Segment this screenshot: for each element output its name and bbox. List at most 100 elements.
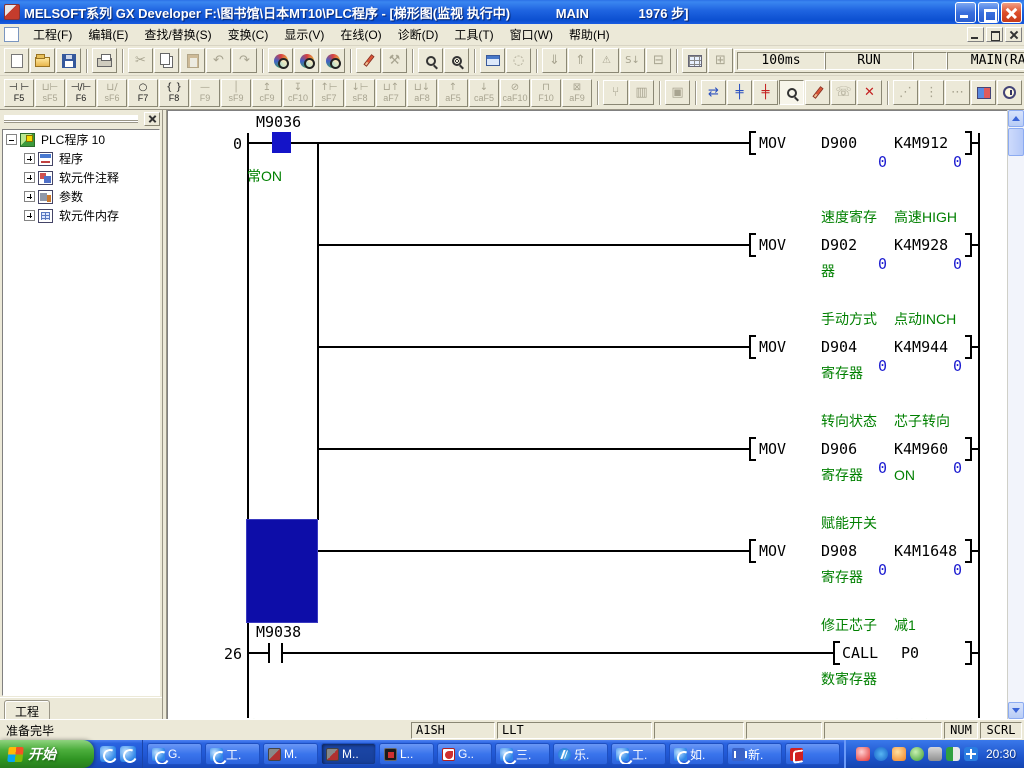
mdi-restore-button[interactable] [986, 27, 1003, 42]
tree-item-row[interactable]: 软元件注释 [3, 168, 159, 187]
restore-button[interactable] [978, 2, 999, 23]
tray-icon[interactable] [874, 747, 888, 761]
task-button[interactable]: G. [147, 743, 202, 765]
step-run-button[interactable]: ⋯ [945, 80, 970, 105]
read-mode-button[interactable] [779, 80, 804, 105]
scroll-down-button[interactable] [1008, 702, 1024, 719]
mdi-document-icon[interactable] [4, 27, 19, 42]
ladder-symbol-button[interactable]: ⊔/ sF6 [97, 79, 127, 107]
mov-instruction-row[interactable]: MOV D902 K4M928 0 0 手动方式 寄存器 [168, 233, 1007, 333]
task-button[interactable]: M. [263, 743, 318, 765]
copy-button[interactable] [154, 48, 179, 73]
ie-quicklaunch-icon[interactable] [100, 746, 116, 762]
task-button[interactable]: 工. [205, 743, 260, 765]
expand-expander-icon[interactable] [24, 153, 35, 164]
menu-item[interactable]: 帮助(H) [561, 23, 618, 46]
menu-item[interactable]: 在线(O) [332, 23, 389, 46]
error-jump-button[interactable]: ⚠ [594, 48, 619, 73]
tray-icon[interactable] [928, 747, 942, 761]
ladder-symbol-button[interactable]: ⊣/⊢ F6 [66, 79, 96, 107]
device-skip-button[interactable]: ⋰ [893, 80, 918, 105]
ladder-symbol-button[interactable]: ↓ caF5 [469, 79, 499, 107]
zoom-in-button[interactable] [444, 48, 469, 73]
vertical-scrollbar[interactable] [1007, 110, 1024, 719]
project-root-label[interactable]: PLC程序 10 [39, 130, 107, 149]
menu-item[interactable]: 工程(F) [25, 23, 80, 46]
read-from-plc-button[interactable]: ⇑ [568, 48, 593, 73]
task-button[interactable]: 三. [495, 743, 550, 765]
menu-item[interactable]: 诊断(D) [390, 23, 447, 46]
tray-icon[interactable] [946, 747, 960, 761]
menu-item[interactable]: 编辑(E) [80, 23, 136, 46]
block-convert-button[interactable]: ▥ [629, 80, 654, 105]
ladder-logic-test-button[interactable]: ⇄ [701, 80, 726, 105]
program-check-button[interactable]: ▣ [665, 80, 690, 105]
cut-button[interactable]: ✂ [128, 48, 153, 73]
insert-row-button[interactable]: ⊞ [708, 48, 733, 73]
ladder-symbol-button[interactable]: ↑ aF5 [438, 79, 468, 107]
ladder-symbol-button[interactable]: │ sF9 [221, 79, 251, 107]
close-button[interactable] [1001, 2, 1022, 23]
device-memory-button[interactable]: ⑂ [603, 80, 628, 105]
task-button[interactable] [785, 743, 840, 765]
ladder-symbol-button[interactable]: — F9 [190, 79, 220, 107]
save-project-button[interactable] [56, 48, 81, 73]
panel-grip[interactable] [4, 115, 138, 123]
device-test-button[interactable]: ⚒ [382, 48, 407, 73]
ladder-symbol-button[interactable]: ↥ cF9 [252, 79, 282, 107]
remote-operation-button[interactable]: ☏ [831, 80, 856, 105]
edit-cursor-block[interactable] [246, 519, 318, 623]
ladder-symbol-button[interactable]: ↓⊢ sF8 [345, 79, 375, 107]
print-button[interactable] [92, 48, 117, 73]
undo-button[interactable]: ↶ [206, 48, 231, 73]
start-button[interactable]: 开始 [0, 740, 94, 768]
monitor-stop-button[interactable]: ✕ [857, 80, 882, 105]
ladder-edit-button[interactable] [356, 48, 381, 73]
find-device-button[interactable] [268, 48, 293, 73]
tree-item-row[interactable]: 参数 [3, 187, 159, 206]
tree-item-label[interactable]: 软元件注释 [57, 168, 121, 187]
scroll-up-button[interactable] [1008, 110, 1024, 127]
expand-expander-icon[interactable] [24, 210, 35, 221]
tree-item-label[interactable]: 程序 [57, 149, 85, 168]
grid-display-button[interactable] [682, 48, 707, 73]
write-mode-button[interactable] [805, 80, 830, 105]
ladder-symbol-button[interactable]: ⊠ aF9 [562, 79, 592, 107]
ladder-symbol-button[interactable]: ○ F7 [128, 79, 158, 107]
panel-close-icon[interactable] [144, 112, 160, 126]
mdi-minimize-button[interactable] [967, 27, 984, 42]
write-to-plc-button[interactable]: ⇓ [542, 48, 567, 73]
tree-item-label[interactable]: 参数 [57, 187, 85, 206]
statement-edit-button[interactable]: ╪ [753, 80, 778, 105]
menu-item[interactable]: 查找/替换(S) [136, 23, 219, 46]
menu-item[interactable]: 窗口(W) [502, 23, 561, 46]
sort-button[interactable]: S↓ [620, 48, 645, 73]
task-button[interactable]: M.. [321, 743, 376, 765]
mov-instruction-row[interactable]: MOV D900 K4M912 0 0 速度寄存 器 [168, 131, 1007, 231]
collapse-expander-icon[interactable] [6, 134, 17, 145]
menu-item[interactable]: 工具(T) [446, 23, 501, 46]
tree-root-row[interactable]: PLC程序 10 [3, 130, 159, 149]
ladder-editor[interactable]: 0 M9036 常ON MOV D900 K4M912 [167, 110, 1007, 719]
mdi-close-button[interactable] [1005, 27, 1022, 42]
menu-item[interactable]: 变换(C) [220, 23, 277, 46]
ladder-symbol-button[interactable]: ⊣ ⊢ F5 [4, 79, 34, 107]
expand-expander-icon[interactable] [24, 191, 35, 202]
new-project-button[interactable] [4, 48, 29, 73]
task-button[interactable]: 如. [669, 743, 724, 765]
find-contact-button[interactable] [294, 48, 319, 73]
browser-quicklaunch-icon[interactable] [120, 746, 136, 762]
tray-icon[interactable] [892, 747, 906, 761]
tree-item-row[interactable]: 程序 [3, 149, 159, 168]
tray-icon[interactable] [964, 747, 978, 761]
monitor-condition-button[interactable] [997, 80, 1022, 105]
tray-icon[interactable] [856, 747, 870, 761]
find-string-button[interactable] [320, 48, 345, 73]
window-tile-button[interactable] [480, 48, 505, 73]
task-button[interactable]: 乐. [553, 743, 608, 765]
scroll-thumb[interactable] [1008, 128, 1024, 156]
task-button[interactable]: 工. [611, 743, 666, 765]
tray-icon[interactable] [910, 747, 924, 761]
ladder-symbol-button[interactable]: ⊓ F10 [531, 79, 561, 107]
project-tab[interactable]: 工程 [4, 700, 50, 719]
